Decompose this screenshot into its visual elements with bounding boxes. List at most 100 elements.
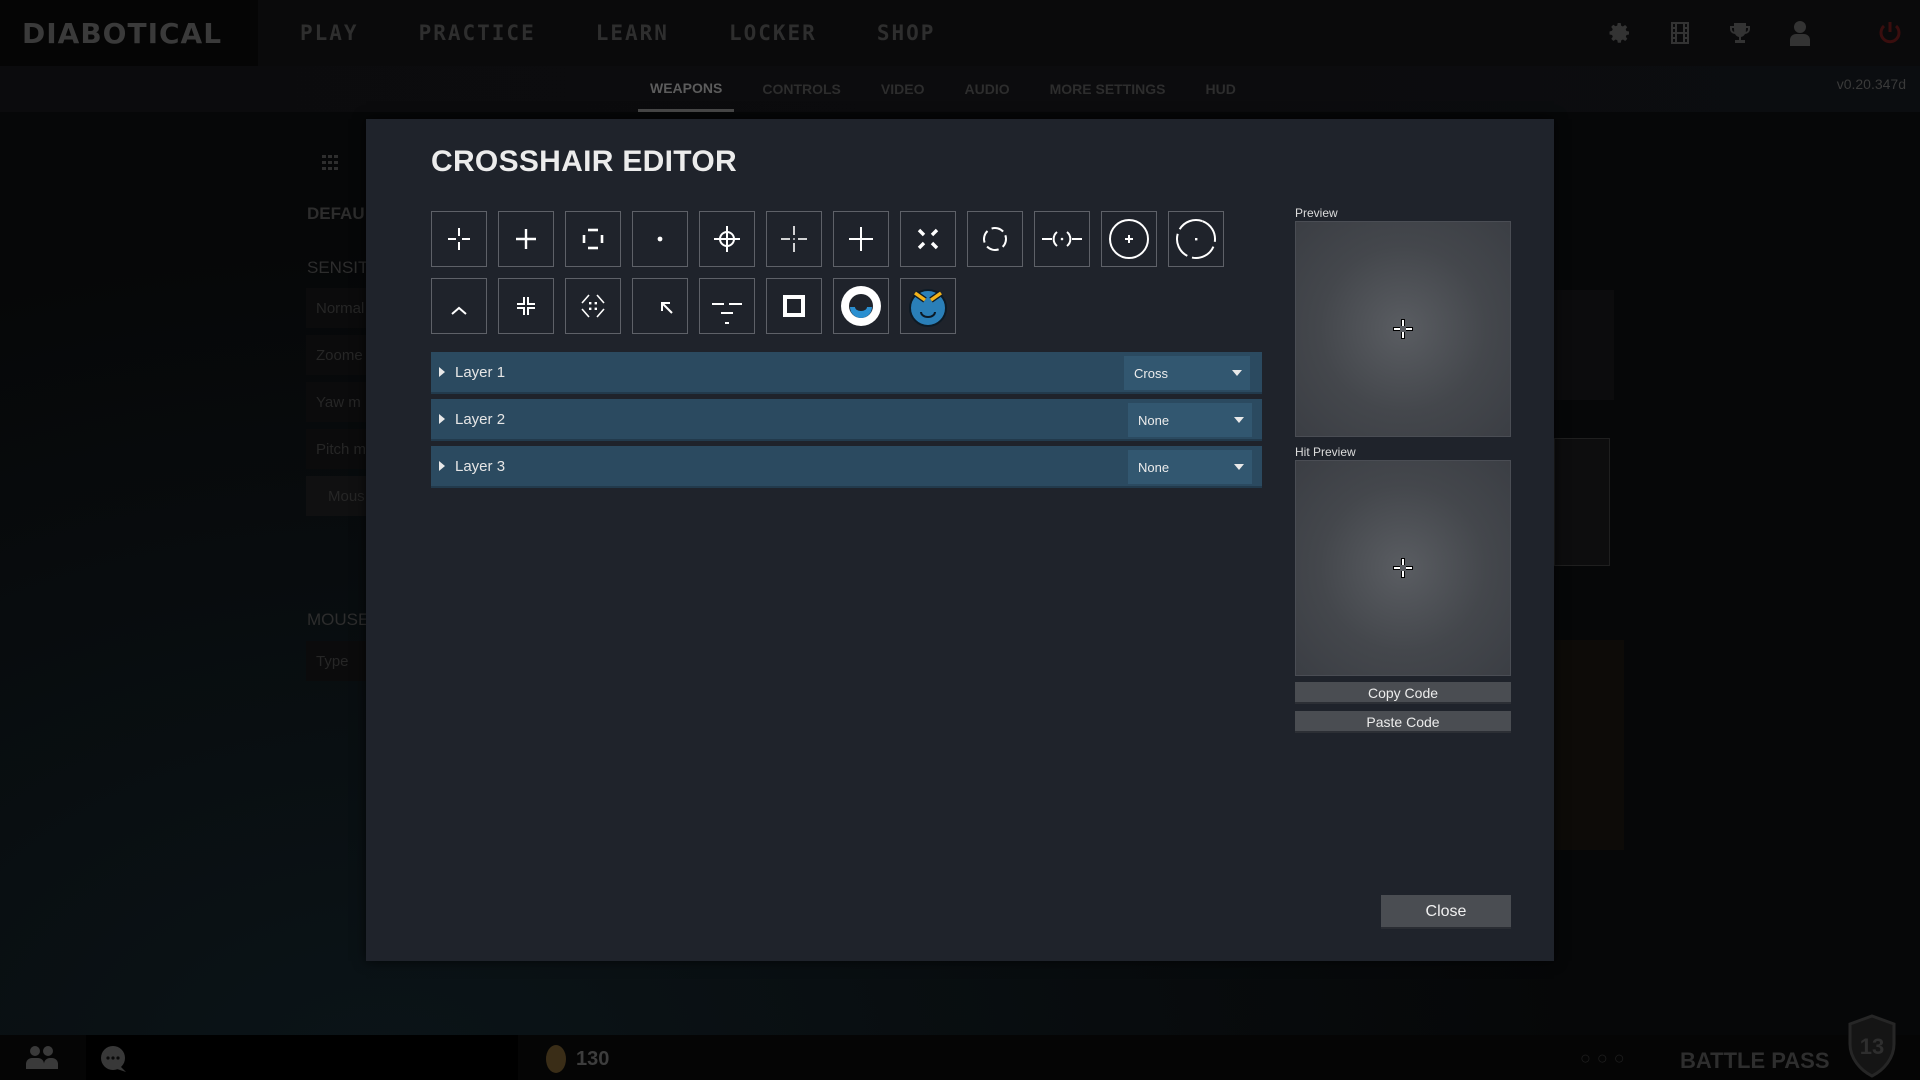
shield-badge-icon: 13 <box>1848 1014 1896 1078</box>
diamond-dots-icon <box>581 294 605 318</box>
chat-input[interactable] <box>86 1035 518 1080</box>
paste-code-button[interactable]: Paste Code <box>1295 711 1511 733</box>
crosshair-preview-icon <box>1393 319 1413 339</box>
preset-corner-cross[interactable] <box>498 278 554 334</box>
preset-cross-gap[interactable] <box>431 211 487 267</box>
tab-controls[interactable]: CONTROLS <box>750 66 853 112</box>
cross-thin-gap-icon <box>781 226 807 252</box>
battle-pass-badge[interactable]: 13 <box>1838 1012 1906 1080</box>
mascot-face-icon <box>909 289 947 327</box>
preset-mascot-face[interactable] <box>900 278 956 334</box>
nav-learn[interactable]: LEARN <box>596 21 669 45</box>
crosshair-hit-preview-icon <box>1393 558 1413 578</box>
coin-balance[interactable]: 130 <box>546 1045 609 1073</box>
nav-shop[interactable]: SHOP <box>877 21 936 45</box>
preset-circle-scope[interactable] <box>699 211 755 267</box>
dropdown-arrow-icon <box>1234 417 1244 423</box>
close-button[interactable]: Close <box>1381 895 1511 929</box>
circle-scope-icon <box>714 226 740 252</box>
hit-preview-canvas <box>1295 460 1511 676</box>
version-label: v0.20.347d <box>1836 76 1906 92</box>
progress-dots: ○○○ <box>1580 1048 1631 1068</box>
settings-tabs: WEAPONS CONTROLS VIDEO AUDIO MORE SETTIN… <box>638 66 1264 112</box>
bg-row-type[interactable]: Type <box>306 641 368 681</box>
preset-x-diagonal[interactable] <box>900 211 956 267</box>
tab-more-settings[interactable]: MORE SETTINGS <box>1038 66 1178 112</box>
nav-play[interactable]: PLAY <box>300 21 359 45</box>
settings-button[interactable] <box>1590 0 1650 66</box>
layer-2-type-select[interactable]: None <box>1128 403 1252 437</box>
trophy-button[interactable] <box>1710 0 1770 66</box>
profile-button[interactable] <box>1770 0 1830 66</box>
expand-caret-icon[interactable] <box>439 367 445 377</box>
coin-count: 130 <box>576 1047 610 1070</box>
ladder-lines-icon <box>712 303 742 324</box>
trophy-icon <box>1730 23 1750 43</box>
arrow-up-left-icon <box>661 302 673 314</box>
tab-weapons[interactable]: WEAPONS <box>638 66 735 112</box>
bg-row-normal[interactable]: Normal <box>306 288 368 328</box>
top-icons <box>1590 0 1920 66</box>
x-diagonal-icon <box>917 228 939 250</box>
hit-preview-label: Hit Preview <box>1295 445 1356 459</box>
layer-row-1[interactable]: Layer 1 Cross <box>431 352 1262 394</box>
crosshair-editor-modal: CROSSHAIR EDITOR Layer 1 Cross Layer 2 N… <box>366 119 1554 961</box>
box-brackets-icon <box>582 228 604 250</box>
settings-icon <box>1609 23 1629 43</box>
chat-icon[interactable] <box>100 1046 128 1072</box>
bg-right-thumbnail <box>1554 438 1610 566</box>
preset-bracket-dot-lines[interactable] <box>1034 211 1090 267</box>
tab-hud[interactable]: HUD <box>1194 66 1248 112</box>
nav-locker[interactable]: LOCKER <box>729 21 817 45</box>
preset-chevron-up[interactable] <box>431 278 487 334</box>
cross-solid-icon <box>516 229 536 249</box>
preset-cross-plus[interactable] <box>833 211 889 267</box>
tab-audio[interactable]: AUDIO <box>952 66 1021 112</box>
nav-practice[interactable]: PRACTICE <box>419 21 536 45</box>
bg-right-card <box>1554 640 1624 850</box>
layer-label: Layer 1 <box>455 363 506 381</box>
layer-label: Layer 2 <box>455 410 506 428</box>
bracket-dot-lines-icon <box>1042 231 1082 247</box>
dropdown-arrow-icon <box>1234 464 1244 470</box>
film-icon <box>1671 22 1689 44</box>
cross-gap-icon <box>448 228 470 250</box>
expand-caret-icon[interactable] <box>439 414 445 424</box>
copy-code-button[interactable]: Copy Code <box>1295 682 1511 704</box>
power-icon <box>1879 22 1901 44</box>
friends-icon[interactable] <box>26 1045 58 1069</box>
preset-cross-solid[interactable] <box>498 211 554 267</box>
square-icon <box>783 295 805 317</box>
bg-right-panel <box>1554 290 1614 400</box>
cross-plus-icon <box>849 227 873 251</box>
preset-square[interactable] <box>766 278 822 334</box>
preset-circle-segments[interactable] <box>967 211 1023 267</box>
preset-dot[interactable] <box>632 211 688 267</box>
preset-circle-dashed-dot[interactable] <box>1168 211 1224 267</box>
bg-row-mouse[interactable]: Mous <box>306 476 368 516</box>
expand-caret-icon[interactable] <box>439 461 445 471</box>
layer-row-2[interactable]: Layer 2 None <box>431 399 1262 441</box>
bg-row-pitch[interactable]: Pitch m <box>306 429 368 469</box>
layer-1-type-select[interactable]: Cross <box>1124 356 1250 390</box>
tab-video[interactable]: VIDEO <box>869 66 937 112</box>
logo[interactable]: DIABOTICAL <box>0 0 258 66</box>
preset-cross-thin-gap[interactable] <box>766 211 822 267</box>
layer-3-type-select[interactable]: None <box>1128 450 1252 484</box>
preset-arrow-up-left[interactable] <box>632 278 688 334</box>
bg-row-zoomed[interactable]: Zoome <box>306 335 368 375</box>
circle-dashed-dot-icon <box>1176 219 1216 259</box>
profile-icon <box>1790 21 1810 46</box>
layer-row-3[interactable]: Layer 3 None <box>431 446 1262 488</box>
power-button[interactable] <box>1860 0 1920 66</box>
preset-diamond-dots[interactable] <box>565 278 621 334</box>
preset-circle-plus[interactable] <box>1101 211 1157 267</box>
grid-icon[interactable] <box>322 155 342 171</box>
preset-ring-smile[interactable] <box>833 278 889 334</box>
battle-pass-label[interactable]: BATTLE PASS <box>1680 1048 1830 1074</box>
preset-box-brackets[interactable] <box>565 211 621 267</box>
bg-row-yaw[interactable]: Yaw m <box>306 382 368 422</box>
replays-button[interactable] <box>1650 0 1710 66</box>
ring-smile-icon <box>841 286 881 326</box>
preset-ladder-lines[interactable] <box>699 278 755 334</box>
